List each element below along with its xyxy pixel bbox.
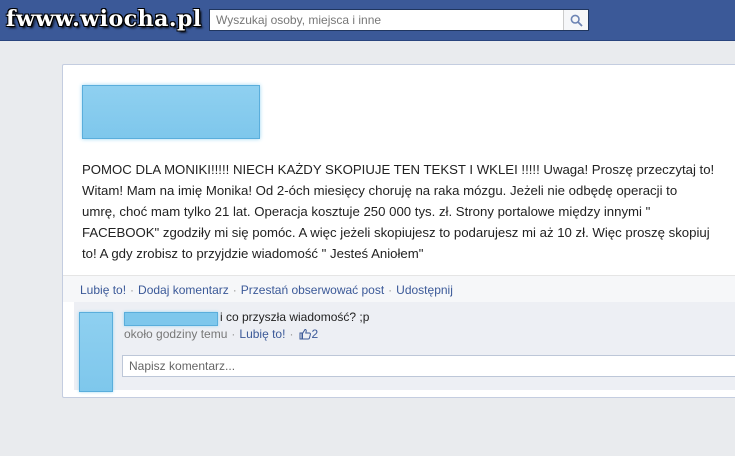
search-box[interactable] — [209, 9, 589, 31]
post-message: POMOC DLA MONIKI!!!!! NIECH KAŻDY SKOPIU… — [82, 162, 715, 261]
post-card: POMOC DLA MONIKI!!!!! NIECH KAŻDY SKOPIU… — [62, 64, 735, 398]
search-input[interactable] — [210, 10, 562, 30]
like-count-number: 2 — [311, 327, 319, 341]
comment-like-link[interactable]: Lubię to! — [239, 327, 285, 341]
redacted-author — [82, 85, 260, 139]
separator: · — [289, 327, 294, 341]
write-comment-input[interactable] — [122, 355, 735, 377]
share-link[interactable]: Udostępnij — [396, 283, 453, 297]
magnifier-icon — [570, 14, 583, 27]
separator: · — [388, 283, 393, 297]
separator: · — [130, 283, 135, 297]
redacted-avatar — [79, 312, 113, 392]
redacted-commenter-name — [124, 312, 218, 326]
watermark-logo: fwww.wiocha.pl — [6, 6, 202, 32]
comments-section: i co przyszła wiadomość? ;p około godzin… — [74, 302, 735, 392]
comment-text: i co przyszła wiadomość? ;p — [220, 310, 370, 324]
post-actions: Lubię to! · Dodaj komentarz · Przestań obser… — [63, 275, 735, 302]
like-link[interactable]: Lubię to! — [80, 283, 126, 297]
comment-like-count[interactable]: 2 — [299, 327, 318, 341]
comment-meta: około godziny temu · Lubię to! · 2 — [124, 327, 318, 341]
search-button[interactable] — [563, 10, 588, 30]
thumbs-up-icon — [299, 328, 312, 340]
comment-time: około godziny temu — [124, 327, 228, 341]
add-comment-link[interactable]: Dodaj komentarz — [138, 283, 229, 297]
separator: · — [231, 327, 236, 341]
unfollow-link[interactable]: Przestań obserwować post — [241, 283, 384, 297]
separator: · — [232, 283, 237, 297]
top-bar: fwww.wiocha.pl — [0, 0, 735, 41]
